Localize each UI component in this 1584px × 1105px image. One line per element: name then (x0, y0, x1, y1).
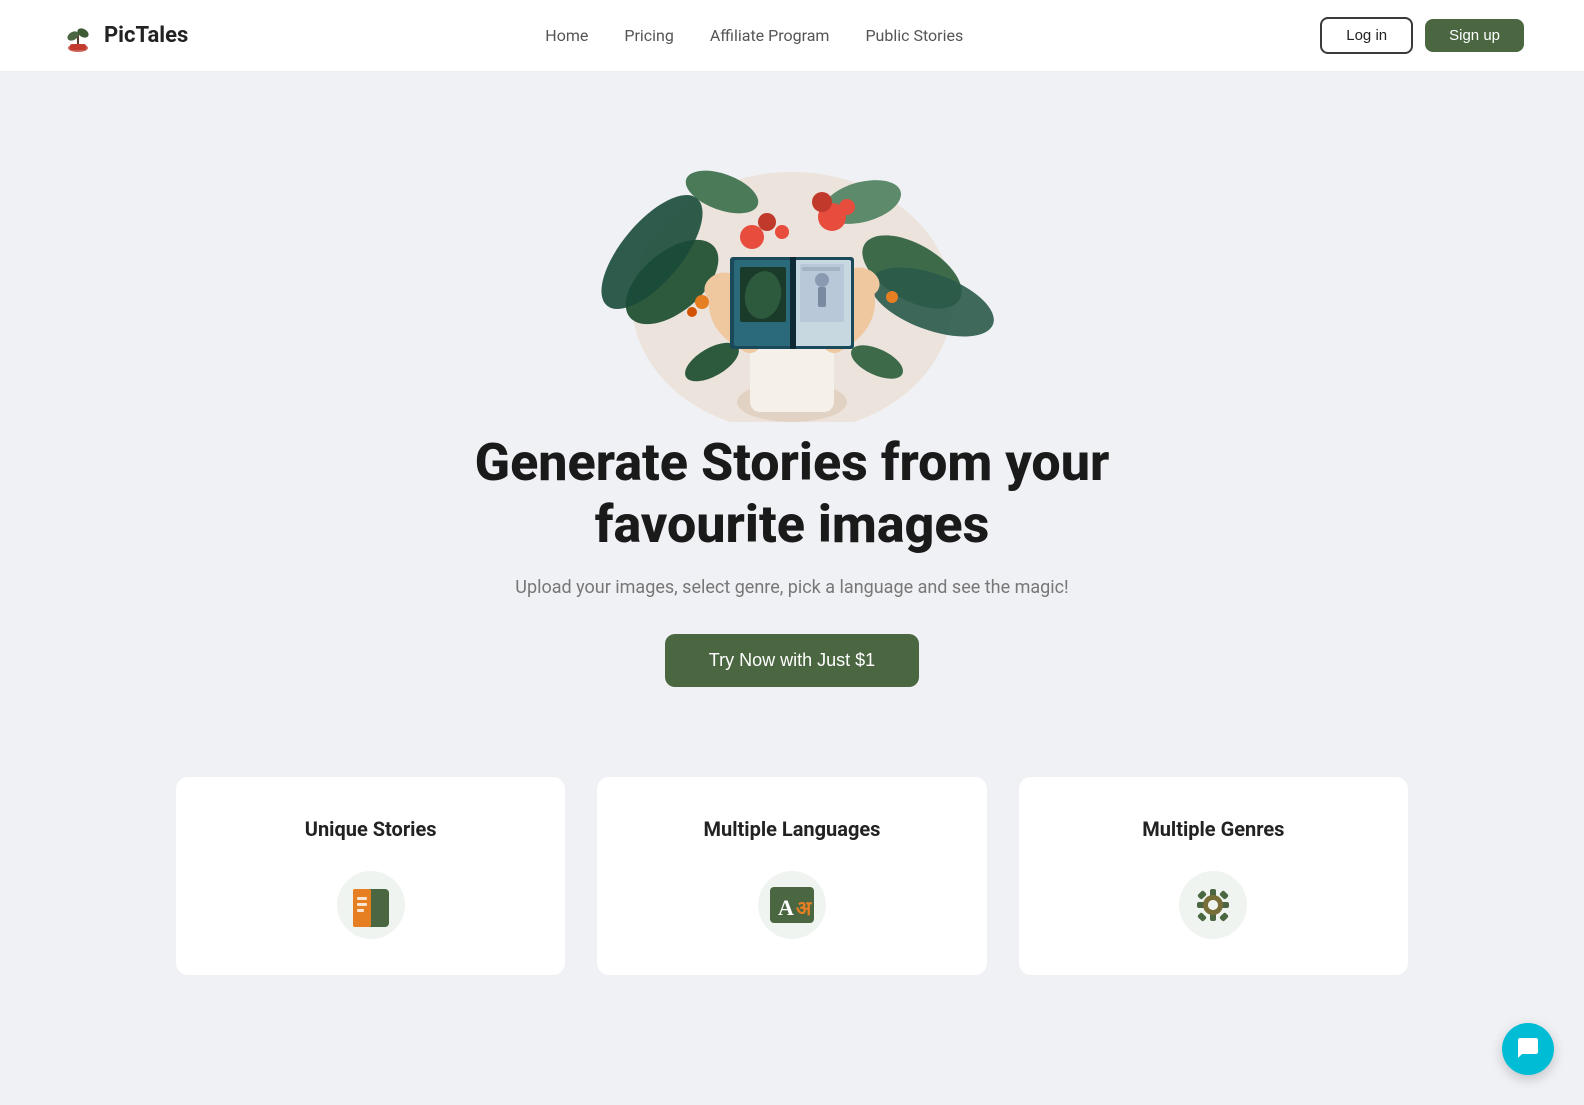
hero-title: Generate Stories from your favourite ima… (475, 432, 1110, 557)
feature-card-multiple-languages: Multiple Languages A अ (597, 777, 986, 975)
signup-button[interactable]: Sign up (1425, 19, 1524, 52)
login-button[interactable]: Log in (1320, 17, 1413, 54)
feature-multiple-languages-title: Multiple Languages (704, 817, 881, 841)
hero-subtitle: Upload your images, select genre, pick a… (515, 577, 1068, 598)
hero-illustration (582, 102, 1002, 422)
multiple-languages-icon: A अ (752, 865, 832, 945)
navbar: PicTales Home Pricing Affiliate Program … (0, 0, 1584, 72)
chat-bubble-button[interactable] (1502, 1023, 1554, 1075)
feature-unique-stories-title: Unique Stories (305, 817, 437, 841)
svg-text:अ: अ (796, 898, 812, 920)
hero-section: Generate Stories from your favourite ima… (0, 72, 1584, 747)
multiple-genres-icon (1173, 865, 1253, 945)
logo-icon (60, 18, 96, 54)
nav-affiliate[interactable]: Affiliate Program (710, 26, 830, 45)
nav-home[interactable]: Home (545, 26, 588, 45)
logo[interactable]: PicTales (60, 18, 188, 54)
unique-stories-icon (331, 865, 411, 945)
nav-public-stories[interactable]: Public Stories (865, 26, 963, 45)
nav-links: Home Pricing Affiliate Program Public St… (545, 26, 963, 45)
nav-actions: Log in Sign up (1320, 17, 1524, 54)
nav-pricing[interactable]: Pricing (624, 26, 674, 45)
chat-icon (1515, 1036, 1541, 1062)
feature-card-multiple-genres: Multiple Genres (1019, 777, 1408, 975)
svg-text:A: A (778, 895, 794, 920)
feature-multiple-genres-title: Multiple Genres (1142, 817, 1284, 841)
feature-card-unique-stories: Unique Stories (176, 777, 565, 975)
features-section: Unique Stories Multiple Languages A (0, 777, 1584, 975)
logo-text: PicTales (104, 23, 188, 48)
try-now-button[interactable]: Try Now with Just $1 (665, 634, 919, 687)
